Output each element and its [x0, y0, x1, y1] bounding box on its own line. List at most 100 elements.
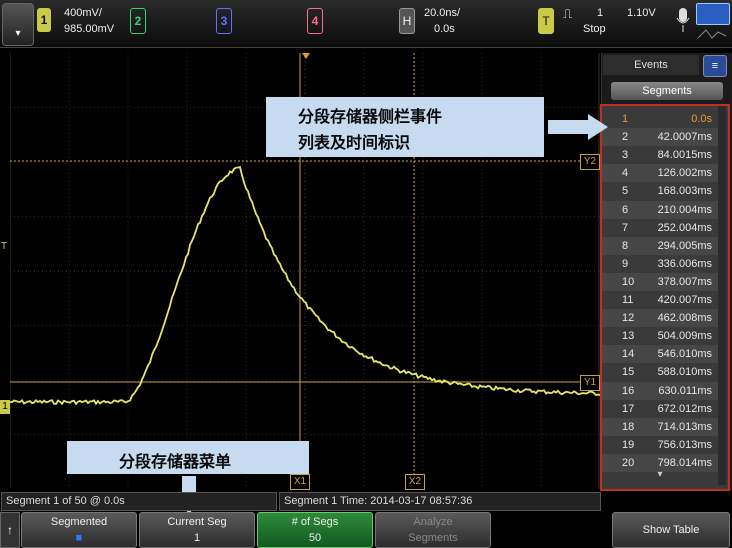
- trigger-position-marker: [302, 53, 310, 59]
- event-time: 588.010ms: [657, 366, 712, 379]
- sidebar-callout-line1: 分段存储器侧栏事件: [298, 109, 443, 126]
- back-arrow-icon[interactable]: ↑: [0, 512, 20, 548]
- event-row[interactable]: 17 672.012ms: [602, 400, 718, 418]
- trigger-level-marker: T: [1, 241, 8, 252]
- event-row[interactable]: 14 546.010ms: [602, 345, 718, 364]
- sidebar-title: Events: [603, 55, 699, 75]
- cursor-x1-label[interactable]: X1: [290, 474, 310, 490]
- run-state: Stop: [583, 23, 606, 35]
- event-time: 126.002ms: [657, 167, 712, 180]
- display-mode-icon[interactable]: [696, 3, 730, 25]
- event-time: 630.011ms: [658, 384, 712, 397]
- segment-time-status: Segment 1 Time: 2014-03-17 08:57:36: [279, 492, 601, 511]
- event-row[interactable]: 10 378.007ms: [602, 272, 718, 291]
- event-row[interactable]: 15 588.010ms: [602, 363, 718, 381]
- horizontal-button[interactable]: H: [399, 8, 415, 34]
- current-seg-value: 1: [193, 532, 201, 544]
- trigger-source: 1: [597, 7, 604, 19]
- event-index: 7: [622, 221, 629, 234]
- events-scrollbar[interactable]: [718, 106, 726, 485]
- microphone-icon[interactable]: [676, 6, 690, 36]
- event-time: 210.004ms: [657, 203, 712, 216]
- event-index: 18: [622, 420, 635, 433]
- event-row[interactable]: 5 168.003ms: [602, 182, 718, 200]
- event-index: 13: [622, 330, 635, 343]
- event-index: 5: [622, 185, 629, 198]
- menu-callout-text: 分段存储器菜单: [119, 454, 232, 471]
- event-time: 756.013ms: [657, 438, 712, 451]
- event-row[interactable]: 3 84.0015ms: [602, 146, 718, 164]
- sidebar-menu-icon[interactable]: ≡: [703, 55, 727, 77]
- event-row[interactable]: 19 756.013ms: [602, 436, 718, 454]
- timebase-delay: 0.0s: [434, 23, 455, 35]
- timebase-scale: 20.0ns/: [424, 7, 461, 19]
- channel-3-button[interactable]: 3: [216, 8, 232, 34]
- cursor-x2-label[interactable]: X2: [405, 474, 425, 490]
- segments-button[interactable]: Segments: [611, 82, 723, 100]
- segment-status: Segment 1 of 50 @ 0.0s: [1, 492, 277, 511]
- scroll-down-icon[interactable]: ▾: [602, 469, 718, 483]
- sidebar-callout-line2: 列表及时间标识: [298, 135, 411, 152]
- event-index: 14: [622, 348, 635, 361]
- num-segs-value: 50: [308, 532, 322, 544]
- event-index: 6: [622, 203, 629, 216]
- show-table-softkey[interactable]: Show Table: [612, 512, 730, 548]
- ch1-ground-marker: 1: [0, 400, 10, 414]
- event-index: 1: [622, 113, 629, 125]
- waveform-mode-icon[interactable]: [696, 26, 728, 43]
- event-row[interactable]: 1 0.0s: [602, 110, 718, 128]
- event-index: 16: [622, 384, 635, 397]
- channel-1-offset: 985.00mV: [64, 23, 115, 35]
- sidebar-callout: 分段存储器侧栏事件 列表及时间标识: [266, 97, 544, 157]
- current-seg-softkey[interactable]: Current Seg 1: [139, 512, 255, 548]
- event-row[interactable]: 6 210.004ms: [602, 200, 718, 219]
- channel-1-scale: 400mV/: [64, 7, 102, 19]
- num-segs-softkey[interactable]: # of Segs 50: [257, 512, 373, 548]
- cursor-y2-label[interactable]: Y2: [580, 154, 600, 170]
- segmented-label: Segmented: [50, 516, 108, 528]
- menu-callout: 分段存储器菜单: [67, 441, 309, 474]
- event-index: 12: [622, 312, 635, 325]
- event-index: 10: [622, 275, 635, 288]
- event-index: 15: [622, 366, 635, 379]
- segmented-softkey[interactable]: Segmented ■: [21, 512, 137, 548]
- event-row[interactable]: 8 294.005ms: [602, 236, 718, 255]
- event-time: 42.0007ms: [657, 131, 712, 144]
- analyze-label-1: Analyze: [413, 516, 453, 528]
- analyze-segments-softkey[interactable]: Analyze Segments: [375, 512, 491, 548]
- event-time: 714.013ms: [657, 420, 712, 433]
- event-row[interactable]: 4 126.002ms: [602, 164, 718, 183]
- channel-2-button[interactable]: 2: [130, 8, 146, 34]
- event-time: 420.007ms: [657, 294, 712, 306]
- event-index: 19: [622, 438, 635, 451]
- event-row[interactable]: 16 630.011ms: [602, 381, 718, 400]
- event-row[interactable]: 9 336.006ms: [602, 255, 718, 273]
- top-status-bar: ▾ 1 400mV/ 985.00mV 2 3 4 H 20.0ns/ 0.0s…: [0, 0, 732, 48]
- events-list[interactable]: 1 0.0s 2 42.0007ms 3 84.0015ms 4 126.002ms 5 168.…: [600, 104, 730, 491]
- cursor-y1-label[interactable]: Y1: [580, 375, 600, 391]
- event-time: 336.006ms: [657, 257, 712, 270]
- event-row[interactable]: 12 462.008ms: [602, 309, 718, 328]
- event-row[interactable]: 7 252.004ms: [602, 219, 718, 237]
- main-menu-button[interactable]: ▾: [2, 3, 34, 46]
- event-index: 8: [622, 239, 629, 252]
- event-index: 3: [622, 149, 629, 162]
- event-time: 168.003ms: [657, 185, 712, 198]
- num-segs-label: # of Segs: [291, 516, 339, 528]
- event-row[interactable]: 18 714.013ms: [602, 417, 718, 436]
- event-time: 672.012ms: [657, 402, 712, 415]
- trigger-button[interactable]: T: [538, 8, 554, 34]
- event-time: 462.008ms: [657, 312, 712, 325]
- channel-1-button[interactable]: 1: [37, 8, 51, 32]
- event-index: 17: [622, 402, 635, 415]
- event-index: 2: [622, 131, 629, 144]
- event-row[interactable]: 2 42.0007ms: [602, 128, 718, 147]
- trigger-level: 1.10V: [627, 7, 656, 19]
- event-time: 504.009ms: [657, 330, 712, 343]
- channel-4-button[interactable]: 4: [307, 8, 323, 34]
- event-row[interactable]: 11 420.007ms: [602, 291, 718, 309]
- event-row[interactable]: 13 504.009ms: [602, 327, 718, 345]
- event-index: 4: [622, 167, 629, 180]
- current-seg-label: Current Seg: [167, 516, 227, 528]
- event-index: 9: [622, 257, 629, 270]
